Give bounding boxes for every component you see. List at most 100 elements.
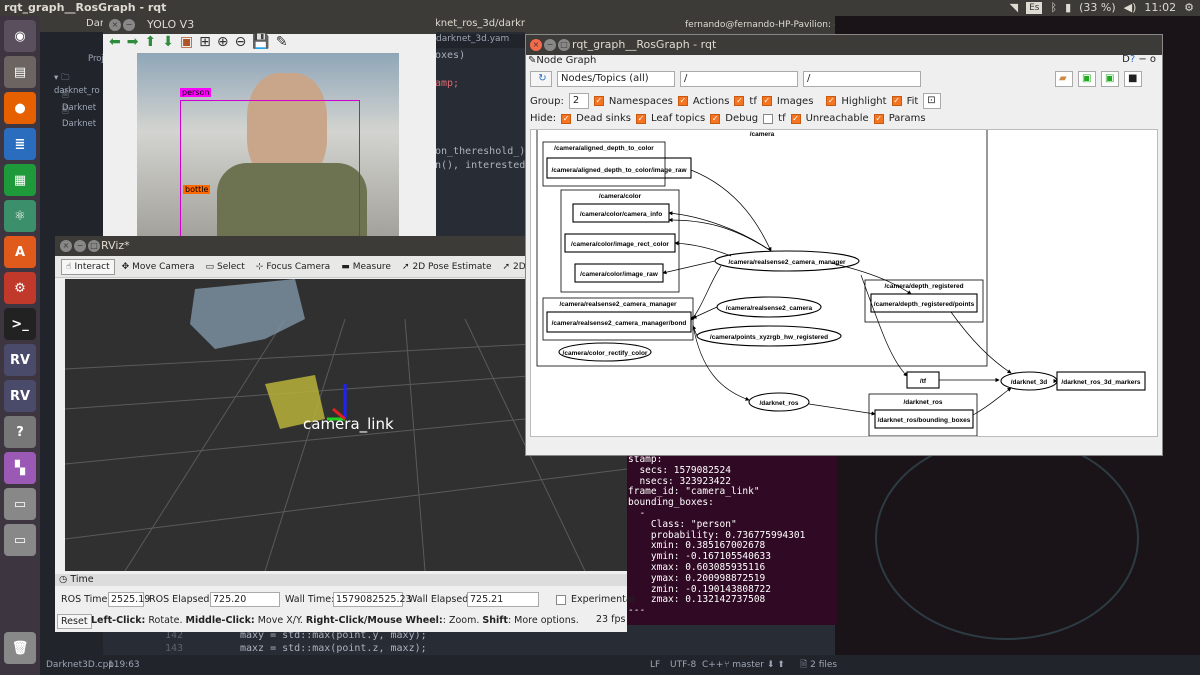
window-title: rqt_graph__RosGraph - rqt [572, 38, 717, 51]
files-icon[interactable]: ▤ [4, 56, 36, 88]
mode-select[interactable]: Nodes/Topics (all) [557, 71, 675, 87]
ros-graph-canvas[interactable]: /camera /camera/aligned_depth_to_color /… [530, 129, 1158, 437]
firefox-icon[interactable]: ● [4, 92, 36, 124]
status-encoding[interactable]: UTF-8 [670, 655, 696, 675]
unreachable-checkbox[interactable]: ✓ [790, 113, 801, 124]
close-button[interactable]: × [530, 39, 542, 51]
minimize-button[interactable]: − [544, 39, 556, 51]
namespaces-checkbox[interactable]: ✓ [593, 96, 604, 106]
brush-icon[interactable]: ✎ [276, 34, 288, 50]
cluster-camera [536, 130, 988, 367]
wall-time-field[interactable]: 1579082525.23 [333, 592, 412, 607]
group-spinbox[interactable]: 2 [568, 93, 589, 109]
experimental-checkbox[interactable] [556, 595, 566, 605]
measure-icon: ▬ [341, 261, 350, 272]
trash-icon[interactable]: 🗑 [4, 632, 36, 664]
tool-interact[interactable]: ☝ Interact [61, 258, 115, 275]
tool-select[interactable]: ▭ Select [201, 260, 248, 274]
maximize-button[interactable]: □ [88, 240, 100, 252]
fit-view-icon[interactable]: ⊡ [923, 93, 942, 109]
rviz-icon[interactable]: RV [4, 344, 36, 376]
params-checkbox[interactable]: ✓ [873, 113, 884, 124]
tf-hide-checkbox[interactable] [763, 113, 774, 124]
file-item[interactable]: 🗎 Darknet [62, 105, 103, 129]
volume-icon[interactable]: ◀) [1124, 0, 1137, 16]
actions-checkbox[interactable]: ✓ [677, 96, 688, 106]
tool-2d-pose-estimate[interactable]: ➚ 2D Pose Estimate [398, 260, 496, 274]
image-icon[interactable]: ▣ [180, 34, 193, 50]
up-icon[interactable]: ⬆ [144, 34, 156, 50]
highlight-checkbox[interactable]: ✓ [826, 96, 837, 106]
status-cursor[interactable]: 119:63 [108, 655, 140, 675]
tool-move-camera[interactable]: ✥ Move Camera [118, 260, 199, 274]
down-icon[interactable]: ⬇ [162, 34, 174, 50]
battery-icon[interactable]: ▮ [1065, 0, 1071, 16]
zoom-in-icon[interactable]: ⊕ [217, 34, 229, 50]
clock[interactable]: 11:02 [1144, 0, 1176, 16]
save-svg-icon[interactable]: ▣ [1101, 71, 1119, 87]
tool-measure[interactable]: ▬ Measure [337, 260, 395, 274]
plugin-controls[interactable]: D? − o [1122, 54, 1156, 65]
calc-icon[interactable]: ▦ [4, 164, 36, 196]
workspace-switcher-icon[interactable]: ▚ [4, 452, 36, 484]
help-icon[interactable]: ? [4, 416, 36, 448]
tool-label: Focus Camera [266, 261, 331, 272]
grid-icon[interactable]: ⊞ [199, 34, 211, 50]
back-icon[interactable]: ⬅ [109, 34, 121, 50]
tool-focus-camera[interactable]: ⊹ Focus Camera [252, 260, 334, 274]
leaf-topics-checkbox[interactable]: ✓ [636, 113, 647, 124]
launcher: ◉ ▤ ● ≣ ▦ ⚛ A ⚙ >_ RV RV ? ▚ ▭ ▭ 🗑 [0, 16, 40, 675]
images-checkbox[interactable]: ✓ [761, 96, 772, 106]
close-button[interactable]: × [109, 19, 121, 31]
save-dot-icon[interactable]: ▣ [1078, 71, 1096, 87]
atom-icon[interactable]: ⚛ [4, 200, 36, 232]
software-center-icon[interactable]: A [4, 236, 36, 268]
status-branch[interactable]: ⑂ master ⬇ ⬆ [724, 655, 785, 675]
ros-graph: /camera /camera/aligned_depth_to_color /… [536, 130, 1146, 436]
status-grammar[interactable]: C++ [702, 655, 723, 675]
status-file[interactable]: Darknet3D.cpp [46, 655, 114, 675]
drive-icon[interactable]: ▭ [4, 488, 36, 520]
terminal-icon[interactable]: >_ [4, 308, 36, 340]
minimize-button[interactable]: − [74, 240, 86, 252]
open-icon[interactable]: ▰ [1055, 71, 1073, 87]
zoom-out-icon[interactable]: ⊖ [235, 34, 247, 50]
reset-button[interactable]: Reset [57, 614, 92, 629]
system-settings-icon[interactable]: ⚙ [4, 272, 36, 304]
node-image-raw-label: /camera/color/image_raw [580, 271, 659, 278]
fit-checkbox[interactable]: ✓ [891, 96, 902, 106]
tf-checkbox[interactable]: ✓ [734, 96, 745, 106]
rviz-icon[interactable]: RV [4, 380, 36, 412]
node-filter-input[interactable]: / [680, 71, 798, 87]
group-label: Group: [530, 95, 564, 107]
forward-icon[interactable]: ➡ [127, 34, 139, 50]
ros-time-field[interactable]: 2525.19 [108, 592, 150, 607]
ros-elapsed-label: ROS Elapsed: [149, 594, 213, 605]
wifi-icon[interactable]: ◥ [1010, 0, 1018, 16]
keyboard-layout[interactable]: Es [1026, 2, 1043, 14]
battery-percent[interactable]: (33 %) [1079, 0, 1116, 16]
writer-icon[interactable]: ≣ [4, 128, 36, 160]
close-button[interactable]: × [60, 240, 72, 252]
ros-elapsed-field[interactable]: 725.20 [210, 592, 280, 607]
debug-checkbox[interactable]: ✓ [710, 113, 721, 124]
wall-elapsed-field[interactable]: 725.21 [467, 592, 539, 607]
topic-filter-input[interactable]: / [803, 71, 921, 87]
select-icon: ▭ [205, 261, 214, 272]
status-line-ending[interactable]: LF [650, 655, 660, 675]
project-tab[interactable]: Proj [88, 54, 104, 64]
refresh-icon[interactable]: ↻ [530, 71, 552, 87]
dead-sinks-checkbox[interactable]: ✓ [561, 113, 572, 124]
settings-icon[interactable]: ⚙ [1184, 0, 1194, 16]
status-files[interactable]: 🗎 2 files [800, 655, 837, 675]
ubuntu-logo-icon[interactable]: ◉ [4, 20, 36, 52]
minimize-button[interactable]: − [123, 19, 135, 31]
drive-icon[interactable]: ▭ [4, 524, 36, 556]
maximize-button[interactable]: □ [558, 39, 570, 51]
bluetooth-icon[interactable]: ᛒ [1050, 0, 1057, 16]
tool-label: Select [217, 261, 245, 272]
dead-sinks-label: Dead sinks [576, 113, 632, 124]
screenshot-icon[interactable]: ■ [1124, 71, 1142, 87]
window-title: RViz* [101, 239, 130, 252]
save-icon[interactable]: 💾 [252, 34, 269, 50]
